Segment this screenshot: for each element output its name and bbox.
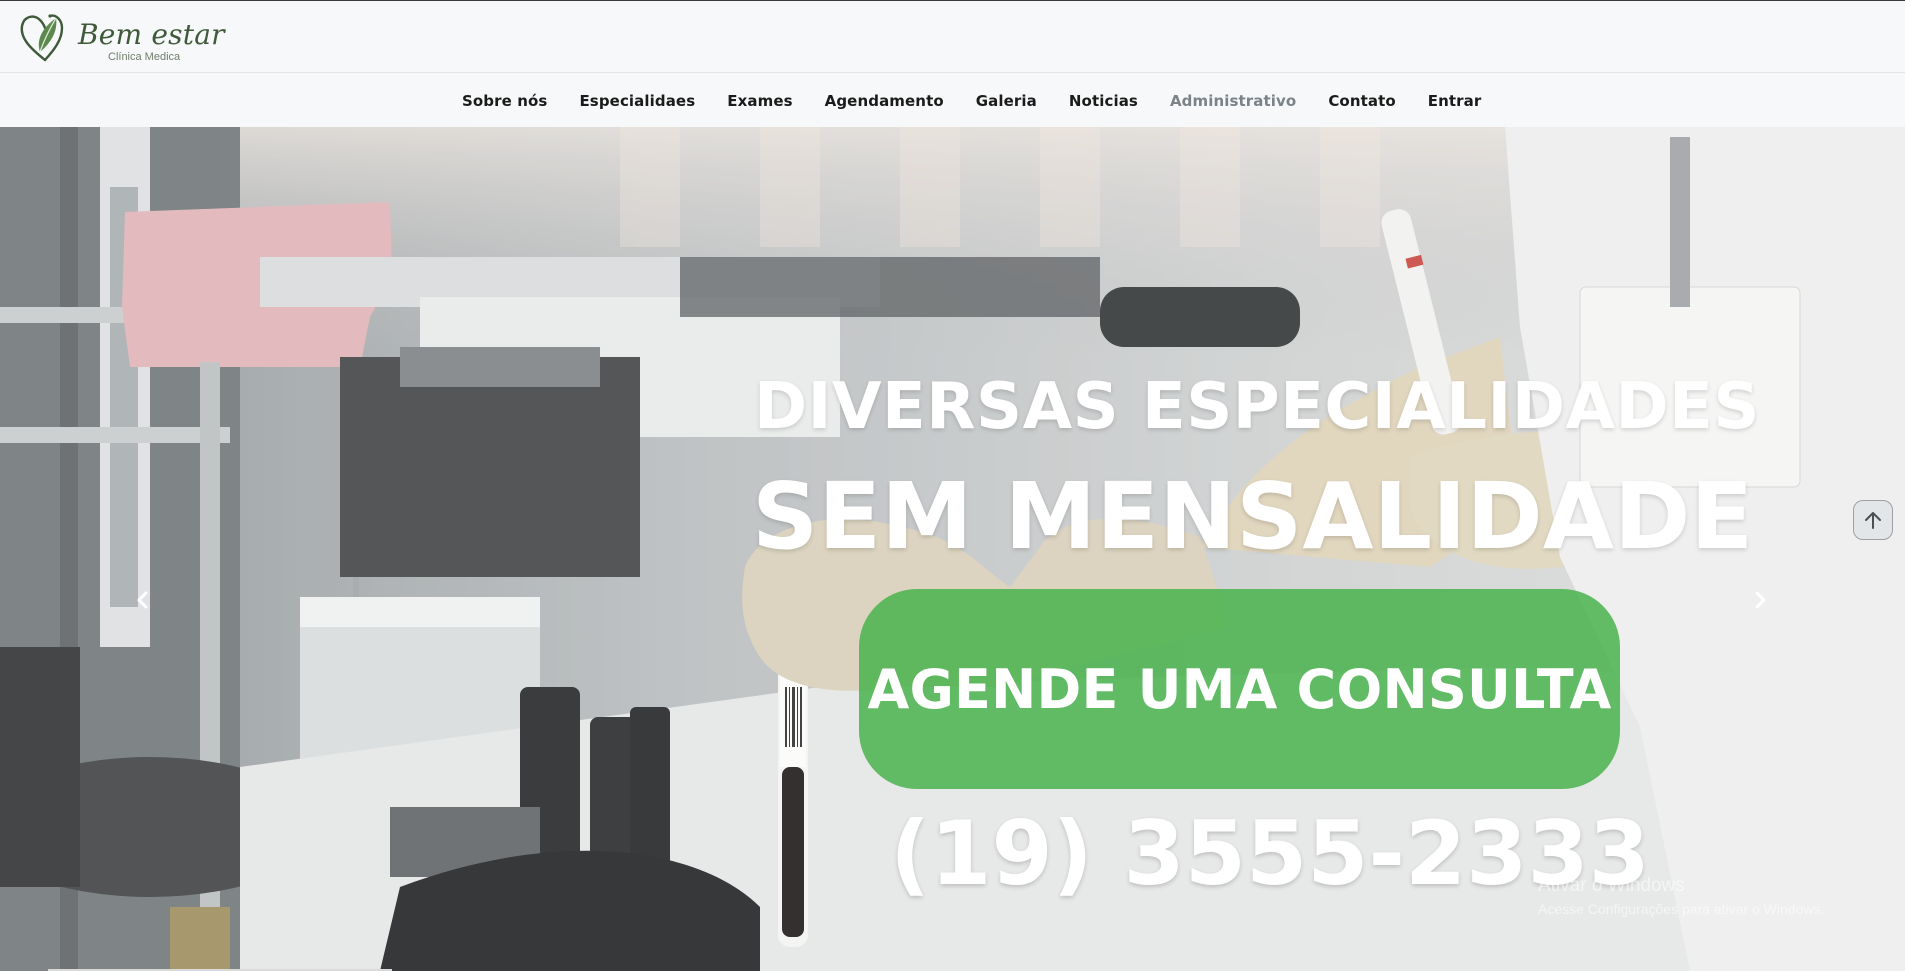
page: Bem estar Clínica Medica Sobre nós Espec… (0, 0, 1905, 971)
nav-item-administrativo[interactable]: Administrativo (1170, 92, 1296, 110)
windows-activation-subtitle: Acesse Configurações para ativar o Windo… (1538, 901, 1825, 917)
nav-list: Sobre nós Especialidaes Exames Agendamen… (462, 73, 1513, 128)
main-navbar: Sobre nós Especialidaes Exames Agendamen… (0, 72, 1905, 128)
nav-item-especialidades[interactable]: Especialidaes (579, 92, 695, 110)
nav-item-contato[interactable]: Contato (1328, 92, 1395, 110)
hero-headline-no-fee: SEM MENSALIDADE (752, 463, 1754, 570)
hero-carousel: DIVERSAS ESPECIALIDADES SEM MENSALIDADE … (0, 127, 1905, 971)
brand-logo-link[interactable]: Bem estar Clínica Medica (16, 5, 226, 65)
heart-leaf-logo-icon (20, 14, 64, 62)
schedule-appointment-button[interactable]: AGENDE UMA CONSULTA (859, 589, 1620, 789)
brand-tagline: Clínica Medica (108, 51, 181, 63)
scroll-to-top-button[interactable] (1853, 500, 1893, 540)
chevron-right-icon (1755, 591, 1766, 609)
hero-headline-specialties: DIVERSAS ESPECIALIDADES (754, 370, 1760, 444)
nav-item-sobre-nos[interactable]: Sobre nós (462, 92, 547, 110)
chevron-left-icon (137, 591, 148, 609)
carousel-prev-button[interactable] (127, 584, 159, 616)
schedule-appointment-label: AGENDE UMA CONSULTA (867, 657, 1612, 721)
nav-item-exames[interactable]: Exames (727, 92, 792, 110)
arrow-up-icon (1865, 512, 1881, 529)
top-bar: Bem estar Clínica Medica (0, 0, 1905, 73)
nav-item-agendamento[interactable]: Agendamento (825, 92, 944, 110)
nav-item-galeria[interactable]: Galeria (976, 92, 1037, 110)
brand-name: Bem estar (78, 18, 225, 51)
nav-item-noticias[interactable]: Noticias (1069, 92, 1138, 110)
hero-phone-number: (19) 3555-2333 (890, 802, 1650, 905)
nav-item-entrar[interactable]: Entrar (1428, 92, 1482, 110)
windows-activation-title: Ativar o Windows (1538, 875, 1685, 896)
carousel-next-button[interactable] (1744, 584, 1776, 616)
